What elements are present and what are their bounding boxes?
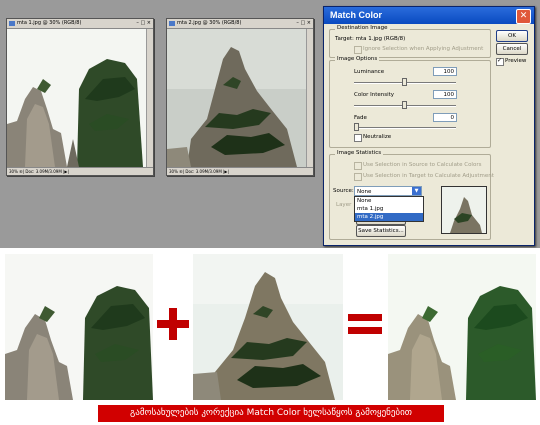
- vertical-scrollbar[interactable]: [306, 29, 313, 167]
- preview-label: Preview: [505, 58, 527, 64]
- document-status-bar: 30% ⑥| Doc: 3.09M/3.09M |▶|: [7, 167, 153, 175]
- use-selection-target-checkbox[interactable]: [354, 173, 362, 181]
- source-label: Source:: [333, 188, 354, 194]
- source-image: [193, 254, 343, 400]
- ignore-selection-label: Ignore Selection when Applying Adjustmen…: [363, 46, 484, 52]
- document-icon: [169, 21, 175, 26]
- mta1-image: [7, 29, 146, 167]
- source-selected-value: None: [357, 189, 372, 195]
- caption-banner: გამოსახულების კორექცია Match Color ხელსა…: [98, 405, 444, 422]
- document-title-bar[interactable]: mta 2.jpg @ 30% (RGB/8): [167, 19, 313, 29]
- neutralize-checkbox[interactable]: [354, 134, 362, 142]
- fade-slider-track[interactable]: [354, 127, 456, 129]
- image-options-label: Image Options: [335, 56, 380, 62]
- source-select[interactable]: None ▼: [354, 186, 422, 196]
- destination-image-label: Destination Image: [335, 25, 390, 31]
- checkmark-icon: ✓: [497, 57, 503, 64]
- target-label: Target: mta 1.jpg (RGB/8): [335, 36, 406, 42]
- fade-slider-thumb[interactable]: [354, 123, 359, 131]
- document-title: mta 1.jpg @ 30% (RGB/8): [17, 20, 82, 26]
- layer-label: Layer: [336, 202, 352, 208]
- luminance-input[interactable]: 100: [433, 67, 457, 76]
- close-icon[interactable]: ✕: [516, 9, 531, 24]
- document-title: mta 2.jpg @ 30% (RGB/8): [177, 20, 242, 26]
- image-statistics-label: Image Statistics: [335, 150, 384, 156]
- color-intensity-slider-thumb[interactable]: [402, 101, 407, 109]
- use-selection-source-checkbox[interactable]: [354, 162, 362, 170]
- source-option[interactable]: None: [355, 197, 423, 205]
- dialog-title[interactable]: Match Color: [324, 7, 534, 24]
- window-controls[interactable]: – □ ×: [296, 20, 311, 27]
- ignore-selection-checkbox[interactable]: [354, 46, 362, 54]
- document-window-mta2[interactable]: mta 2.jpg @ 30% (RGB/8) – □ × 30% ⑥| Doc…: [166, 18, 314, 176]
- window-controls[interactable]: – □ ×: [136, 20, 151, 27]
- equals-icon: [348, 314, 382, 334]
- document-icon: [9, 21, 15, 26]
- neutralize-label: Neutralize: [363, 134, 392, 140]
- luminance-slider-thumb[interactable]: [402, 78, 407, 86]
- document-title-bar[interactable]: mta 1.jpg @ 30% (RGB/8): [7, 19, 153, 29]
- chevron-down-icon[interactable]: ▼: [412, 187, 421, 195]
- ok-button[interactable]: OK: [496, 30, 528, 42]
- source-option[interactable]: mta 1.jpg: [355, 205, 423, 213]
- source-preview-image: [442, 187, 486, 233]
- use-selection-target-label: Use Selection in Target to Calculate Adj…: [363, 173, 494, 179]
- cancel-button[interactable]: Cancel: [496, 43, 528, 55]
- source-preview-thumbnail: [441, 186, 487, 234]
- use-selection-source-label: Use Selection in Source to Calculate Col…: [363, 162, 482, 168]
- color-intensity-label: Color Intensity: [354, 92, 395, 98]
- luminance-label: Luminance: [354, 69, 385, 75]
- fade-input[interactable]: 0: [433, 113, 457, 122]
- document-window-mta1[interactable]: mta 1.jpg @ 30% (RGB/8) – □ × 30% ⑥| Doc…: [6, 18, 154, 176]
- save-statistics-button[interactable]: Save Statistics...: [356, 225, 406, 237]
- color-intensity-input[interactable]: 100: [433, 90, 457, 99]
- fade-label: Fade: [354, 115, 367, 121]
- source-dropdown-list[interactable]: None mta 1.jpg mta 2.jpg: [354, 196, 424, 222]
- preview-checkbox[interactable]: ✓: [496, 57, 504, 66]
- vertical-scrollbar[interactable]: [146, 29, 153, 167]
- document-status-bar: 30% ⑥| Doc: 3.09M/3.09M |▶|: [167, 167, 313, 175]
- source-option-highlighted[interactable]: mta 2.jpg: [355, 213, 423, 221]
- result-image: [388, 254, 536, 400]
- original-image: [5, 254, 153, 400]
- plus-icon: [157, 308, 189, 340]
- mta2-image: [167, 29, 306, 167]
